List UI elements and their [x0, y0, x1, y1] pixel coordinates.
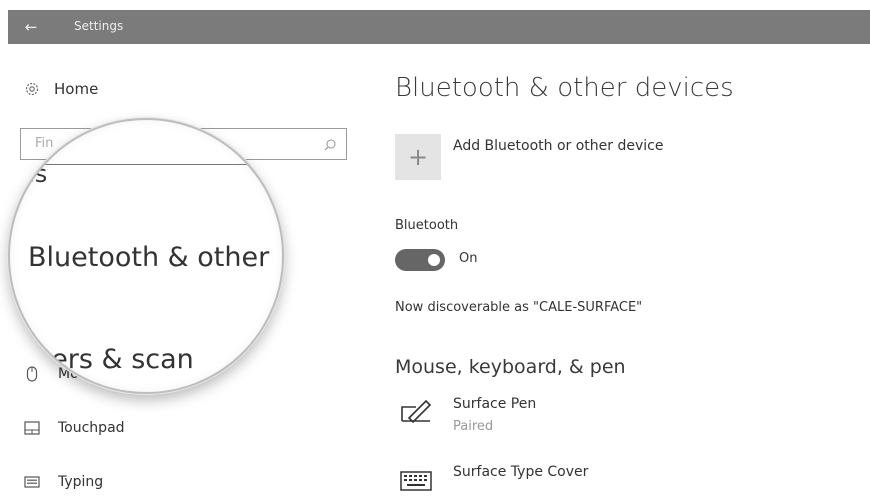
bluetooth-state: On [459, 251, 478, 266]
toggle-knob [428, 254, 440, 266]
title-bar: ← Settings [8, 10, 870, 44]
magnified-text: Bluetooth & other [28, 242, 270, 273]
nav-item-label: Touchpad [58, 420, 125, 436]
page-title: Bluetooth & other devices [395, 73, 734, 103]
magnifier-overlay: es Bluetooth & other inters & scan [8, 118, 284, 394]
nav-item-label: Typing [58, 474, 104, 490]
device-status: Paired [453, 419, 494, 434]
back-button[interactable]: ← [8, 10, 54, 44]
pen-icon [399, 398, 433, 424]
device-name[interactable]: Surface Type Cover [453, 464, 588, 480]
bluetooth-toggle[interactable] [395, 249, 445, 271]
search-icon [322, 137, 338, 153]
keyboard-icon [399, 468, 433, 494]
add-device-label[interactable]: Add Bluetooth or other device [453, 138, 663, 154]
nav-home-label: Home [54, 80, 99, 98]
add-device-button[interactable]: + [395, 134, 441, 180]
magnified-search-box [20, 130, 282, 165]
plus-icon: + [407, 143, 429, 171]
back-arrow-icon: ← [24, 18, 38, 36]
bluetooth-label: Bluetooth [395, 218, 459, 233]
touchpad-icon [24, 420, 40, 436]
window-title: Settings [74, 19, 124, 33]
magnified-text: inters & scan [16, 344, 194, 375]
magnified-text: es [20, 160, 48, 188]
device-name[interactable]: Surface Pen [453, 396, 536, 412]
keyboard-icon [24, 474, 40, 490]
gear-icon [24, 81, 40, 97]
nav-item-typing[interactable]: Typing [24, 474, 103, 490]
discoverable-text: Now discoverable as "CALE-SURFACE" [395, 300, 643, 315]
section-title: Mouse, keyboard, & pen [395, 356, 626, 378]
nav-home[interactable]: Home [24, 80, 98, 98]
nav-item-touchpad[interactable]: Touchpad [24, 420, 125, 436]
